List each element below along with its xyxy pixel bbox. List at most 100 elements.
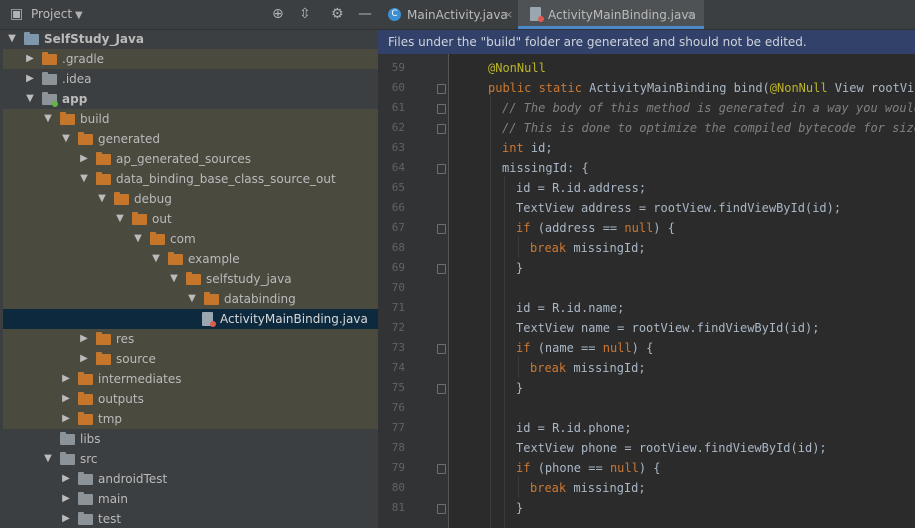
tree-folder-item[interactable]: ▼ build	[3, 109, 378, 129]
line-number: 62	[391, 121, 405, 134]
chevron-right-icon[interactable]: ▶	[24, 69, 36, 89]
tree-folder-item[interactable]: ▶ tmp	[3, 409, 378, 429]
tree-folder-item[interactable]: ▼ selfstudy_java	[3, 269, 378, 289]
chevron-right-icon[interactable]: ▶	[78, 149, 90, 169]
tree-folder-item[interactable]: ▼ example	[3, 249, 378, 269]
folder-icon	[96, 152, 111, 165]
chevron-right-icon[interactable]: ▶	[60, 389, 72, 409]
chevron-right-icon[interactable]: ▶	[24, 49, 36, 69]
chevron-right-icon[interactable]: ▶	[60, 369, 72, 389]
gear-icon[interactable]: ⚙	[331, 6, 344, 22]
fold-marker-icon[interactable]	[437, 344, 446, 354]
project-view-title[interactable]: Project	[31, 7, 72, 21]
chevron-down-icon[interactable]: ▼	[168, 269, 180, 289]
chevron-down-icon[interactable]: ▼	[24, 89, 36, 109]
editor-area: C MainActivity.java × ActivityMainBindin…	[378, 0, 915, 528]
tree-folder-item[interactable]: ▶ source	[3, 349, 378, 369]
line-number: 60	[391, 81, 405, 94]
code-token: ActivityMainBinding bind(	[589, 81, 770, 95]
tree-file-item[interactable]: ActivityMainBinding.java	[3, 309, 378, 329]
line-number: 75	[391, 381, 405, 394]
code-token: missingId;	[573, 481, 646, 495]
tree-item-label: app	[62, 92, 88, 106]
tree-item-label: ActivityMainBinding.java	[220, 312, 368, 326]
fold-marker-icon[interactable]	[437, 104, 446, 114]
project-view-icon[interactable]: ▣	[10, 6, 23, 22]
tree-folder-item[interactable]: ▶ .gradle	[3, 49, 378, 69]
fold-marker-icon[interactable]	[437, 504, 446, 514]
folder-icon	[168, 252, 183, 265]
chevron-down-icon[interactable]: ▼	[114, 209, 126, 229]
code-token: (name ==	[537, 341, 603, 355]
fold-marker-icon[interactable]	[437, 384, 446, 394]
tree-folder-item[interactable]: ▶ test	[3, 509, 378, 528]
code-line: TextView address = rootView.findViewById…	[516, 198, 841, 218]
tree-folder-item[interactable]: ▶ intermediates	[3, 369, 378, 389]
code-line: id = R.id.address;	[516, 178, 646, 198]
tree-folder-item[interactable]: ▶ main	[3, 489, 378, 509]
chevron-down-icon[interactable]: ▼	[132, 229, 144, 249]
chevron-down-icon[interactable]: ▼	[42, 449, 54, 469]
fold-marker-icon[interactable]	[437, 84, 446, 94]
collapse-all-icon[interactable]: ⇳	[299, 6, 311, 22]
tree-folder-item[interactable]: ▶ res	[3, 329, 378, 349]
tree-folder-item[interactable]: ▼ app	[3, 89, 378, 109]
folder-icon	[60, 452, 75, 465]
code-token: null	[624, 221, 654, 235]
folder-icon	[114, 192, 129, 205]
line-number: 67	[391, 221, 405, 234]
code-line: id = R.id.phone;	[516, 418, 632, 438]
chevron-down-icon[interactable]: ▼	[60, 129, 72, 149]
project-panel: ▣ Project ▼ ⊕ ⇳ ⚙ — ▼ SelfStudy_Java ▶ .gra…	[0, 0, 378, 528]
tree-folder-item[interactable]: ▼ debug	[3, 189, 378, 209]
fold-marker-icon[interactable]	[437, 464, 446, 474]
code-token: missingId;	[573, 361, 646, 375]
fold-marker-icon[interactable]	[437, 124, 446, 134]
tree-item-label: res	[116, 332, 135, 346]
chevron-down-icon[interactable]: ▼	[6, 29, 18, 49]
tree-folder-item[interactable]: ▶ outputs	[3, 389, 378, 409]
tab-activity-main-binding[interactable]: ActivityMainBinding.java ×	[518, 0, 704, 29]
tree-folder-item[interactable]: libs	[3, 429, 378, 449]
code-token: // The body of this method is generated …	[502, 101, 915, 115]
chevron-down-icon[interactable]: ▼	[150, 249, 162, 269]
locate-icon[interactable]: ⊕	[272, 6, 284, 22]
code-token: }	[516, 501, 524, 515]
tab-main-activity[interactable]: C MainActivity.java ×	[378, 0, 518, 29]
tree-folder-item[interactable]: ▼ out	[3, 209, 378, 229]
chevron-right-icon[interactable]: ▶	[60, 489, 72, 509]
tree-folder-item[interactable]: ▶ androidTest	[3, 469, 378, 489]
close-icon[interactable]: ×	[686, 0, 695, 30]
fold-marker-icon[interactable]	[437, 164, 446, 174]
minimize-icon[interactable]: —	[358, 6, 372, 22]
code-token: // This is done to optimize the compiled…	[502, 121, 915, 135]
chevron-right-icon[interactable]: ▶	[60, 409, 72, 429]
tree-folder-item[interactable]: ▶ .idea	[3, 69, 378, 89]
code-line: if (phone == null) {	[516, 458, 661, 478]
chevron-down-icon[interactable]: ▼	[75, 8, 83, 24]
tree-folder-item[interactable]: ▶ ap_generated_sources	[3, 149, 378, 169]
code-editor[interactable]: @NonNull public static ActivityMainBindin…	[449, 54, 915, 528]
tree-folder-item[interactable]: ▼ src	[3, 449, 378, 469]
close-icon[interactable]: ×	[504, 0, 513, 30]
code-token: null	[602, 341, 632, 355]
chevron-down-icon[interactable]: ▼	[96, 189, 108, 209]
chevron-right-icon[interactable]: ▶	[60, 509, 72, 528]
chevron-down-icon[interactable]: ▼	[42, 109, 54, 129]
fold-marker-icon[interactable]	[437, 264, 446, 274]
tree-folder-item[interactable]: ▼ SelfStudy_Java	[3, 29, 378, 49]
code-token: id = R.id.name;	[516, 301, 625, 315]
tree-folder-item[interactable]: ▼ com	[3, 229, 378, 249]
project-tree: ▼ SelfStudy_Java ▶ .gradle ▶ .idea ▼ app ▼ build ▼…	[0, 29, 378, 528]
chevron-down-icon[interactable]: ▼	[78, 169, 90, 189]
tree-folder-item[interactable]: ▼ databinding	[3, 289, 378, 309]
fold-marker-icon[interactable]	[437, 224, 446, 234]
chevron-right-icon[interactable]: ▶	[60, 469, 72, 489]
code-token: ) {	[631, 341, 654, 355]
tree-folder-item[interactable]: ▼ generated	[3, 129, 378, 149]
tree-folder-item[interactable]: ▼ data_binding_base_class_source_out	[3, 169, 378, 189]
chevron-right-icon[interactable]: ▶	[78, 349, 90, 369]
chevron-down-icon[interactable]: ▼	[186, 289, 198, 309]
indent-guide	[504, 176, 505, 528]
chevron-right-icon[interactable]: ▶	[78, 329, 90, 349]
